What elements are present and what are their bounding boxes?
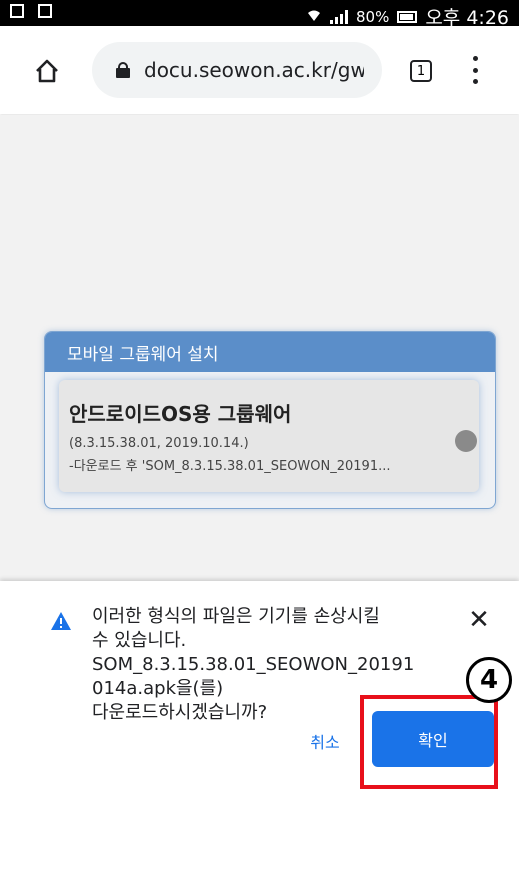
close-icon[interactable]: ✕ [466, 607, 492, 633]
confirm-button[interactable]: 확인 [372, 711, 494, 767]
message-line: 수 있습니다. [92, 630, 187, 651]
home-icon [36, 59, 58, 83]
item-title: 안드로이드OS용 그룹웨어 [69, 402, 292, 426]
item-version: (8.3.15.38.01, 2019.10.14.) [69, 436, 249, 451]
home-button[interactable] [30, 54, 64, 88]
notification-icon [10, 4, 24, 18]
dot-icon [472, 56, 478, 61]
message-line: 이러한 형식의 파일은 기기를 손상시킬 [92, 606, 380, 627]
cancel-button[interactable]: 취소 [290, 721, 360, 761]
battery-percent: 80% [355, 7, 390, 26]
address-bar[interactable]: docu.seowon.ac.kr/gw/ [92, 42, 382, 98]
signal-icon [329, 9, 348, 24]
lock-icon [116, 62, 130, 78]
item-description: -다운로드 후 'SOM_8.3.15.38.01_SEOWON_20191..… [69, 459, 391, 474]
card-header: 모바일 그룹웨어 설치 [45, 332, 495, 372]
android-groupware-item[interactable]: 안드로이드OS용 그룹웨어 (8.3.15.38.01, 2019.10.14.… [59, 380, 479, 492]
message-line: SOM_8.3.15.38.01_SEOWON_20191 [92, 654, 415, 675]
battery-icon [397, 10, 418, 23]
select-radio[interactable] [455, 430, 477, 452]
download-warning-dialog: 이러한 형식의 파일은 기기를 손상시킬 수 있습니다. SOM_8.3.15.… [0, 581, 519, 877]
more-menu-button[interactable] [472, 56, 478, 84]
browser-toolbar: docu.seowon.ac.kr/gw/ 1 [0, 26, 519, 114]
wifi-icon [306, 7, 322, 27]
checkbox-notification-icon [38, 4, 52, 18]
warning-icon [51, 612, 71, 630]
page-content: 모바일 그룹웨어 설치 안드로이드OS용 그룹웨어 (8.3.15.38.01,… [0, 115, 519, 581]
tab-switcher-button[interactable]: 1 [410, 60, 432, 82]
status-bar: 80% 오후 4:26 [0, 0, 519, 29]
step-number-badge: 4 [466, 657, 512, 703]
install-card: 모바일 그룹웨어 설치 안드로이드OS용 그룹웨어 (8.3.15.38.01,… [44, 331, 496, 509]
dot-icon [472, 79, 478, 84]
url-text: docu.seowon.ac.kr/gw/ [144, 58, 364, 82]
dot-icon [472, 67, 478, 73]
